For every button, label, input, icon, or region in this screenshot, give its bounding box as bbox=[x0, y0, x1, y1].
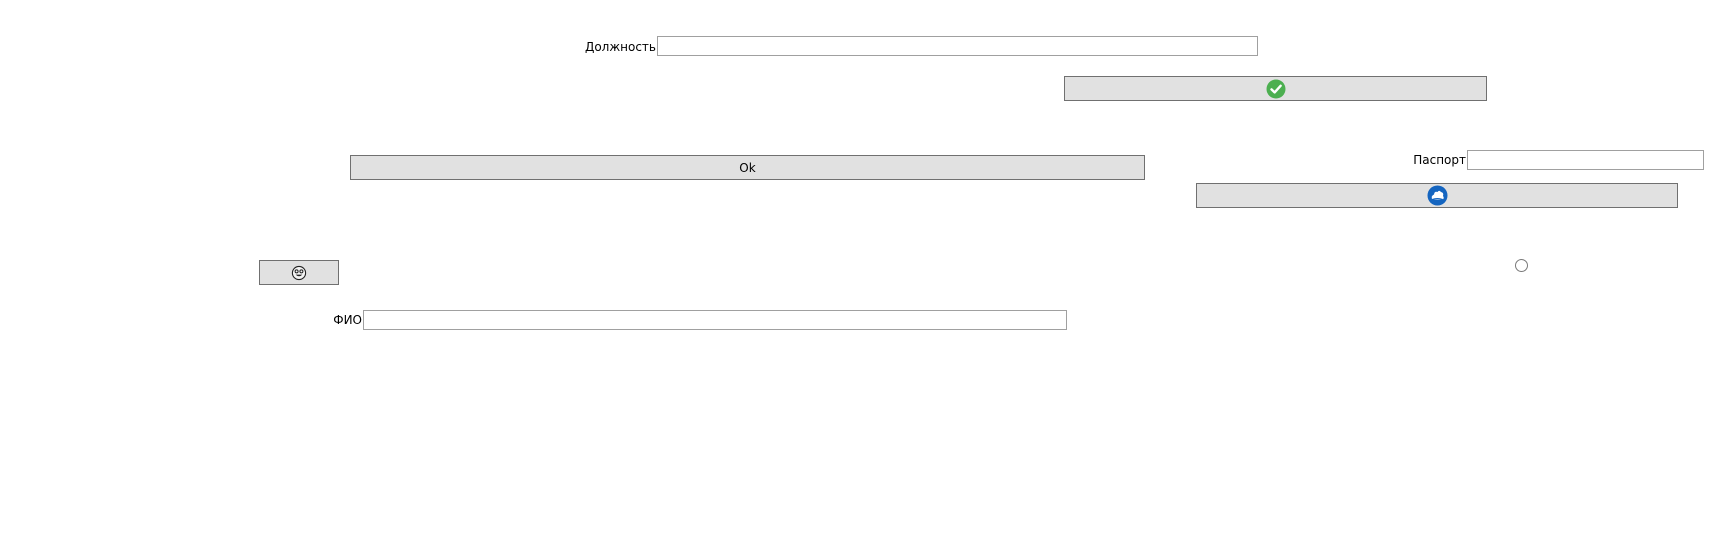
green-checkmark-icon bbox=[1266, 79, 1286, 99]
blue-cloud-circle-icon bbox=[1427, 185, 1448, 206]
smiley-button[interactable] bbox=[259, 260, 339, 285]
passport-label: Паспорт bbox=[1413, 153, 1466, 167]
fio-label: ФИО bbox=[333, 313, 362, 327]
ok-button[interactable]: Ok bbox=[350, 155, 1145, 180]
radio-button[interactable] bbox=[1515, 259, 1528, 272]
position-label: Должность bbox=[584, 40, 656, 54]
confirm-button[interactable] bbox=[1064, 76, 1487, 101]
passport-input[interactable] bbox=[1467, 150, 1704, 170]
position-input[interactable] bbox=[657, 36, 1258, 56]
fio-input[interactable] bbox=[363, 310, 1067, 330]
cloud-button[interactable] bbox=[1196, 183, 1678, 208]
smiley-face-icon bbox=[291, 265, 307, 281]
